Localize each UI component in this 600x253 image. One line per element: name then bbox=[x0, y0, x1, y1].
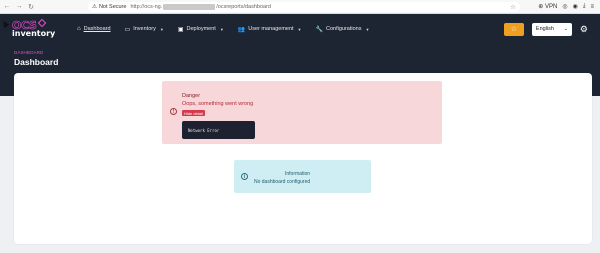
menu-icon[interactable]: ≡ bbox=[590, 4, 594, 10]
security-label: Not Secure bbox=[98, 3, 127, 10]
chevron-down-icon: ▼ bbox=[365, 26, 370, 32]
danger-title: Danger bbox=[182, 93, 201, 99]
menu-item-dashboard[interactable]: ⌂ Dashboard bbox=[70, 26, 118, 32]
reload-button[interactable]: ↻ bbox=[26, 2, 36, 12]
box-icon: ▣ bbox=[177, 26, 184, 33]
app-navbar: OCS inventory ⌂ Dashboard ▭ Inventory ▼ … bbox=[0, 14, 600, 44]
info-circle-icon: i bbox=[241, 173, 248, 180]
info-message: No dashboard configured bbox=[254, 179, 311, 185]
wallet-icon[interactable]: ◎ bbox=[562, 3, 567, 10]
wrench-icon: 🔧 bbox=[315, 26, 323, 33]
logo-diamond-icon bbox=[37, 18, 46, 27]
error-detail-code: Network Error bbox=[182, 121, 255, 139]
url-prefix: http://ocs-ng. bbox=[130, 3, 163, 10]
hide-detail-button[interactable]: Hide detail bbox=[182, 110, 205, 116]
menu-item-deployment[interactable]: ▣ Deployment ▼ bbox=[171, 26, 231, 33]
logo-bottom-text: inventory bbox=[12, 29, 56, 38]
url-redacted bbox=[163, 3, 216, 10]
chevron-down-icon: ▼ bbox=[159, 26, 164, 32]
danger-alert: ! Danger Oops, something went wrong Hide… bbox=[162, 81, 442, 144]
breadcrumb[interactable]: DASHBOARD bbox=[14, 50, 43, 55]
menu-label: User management bbox=[248, 26, 294, 32]
menu-label: Inventory bbox=[133, 26, 156, 32]
vpn-label: VPN bbox=[544, 4, 558, 10]
menu-label: Deployment bbox=[186, 26, 216, 32]
browser-toolbar: ← → ↻ ⚠ Not Secure http://ocs-ng. /ocsre… bbox=[0, 0, 600, 14]
menu-item-user-management[interactable]: 👥 User management ▼ bbox=[231, 26, 309, 33]
menu-item-inventory[interactable]: ▭ Inventory ▼ bbox=[118, 26, 171, 33]
forward-button[interactable]: → bbox=[14, 2, 24, 12]
menu-label: Dashboard bbox=[83, 26, 111, 32]
chevron-down-icon: ⌄ bbox=[563, 26, 568, 32]
vpn-icon: ⊕ bbox=[538, 4, 544, 10]
chevron-down-icon: ▼ bbox=[297, 26, 302, 32]
star-icon: ☆ bbox=[510, 26, 518, 33]
alert-circle-icon: ! bbox=[170, 108, 177, 115]
users-icon: 👥 bbox=[237, 26, 246, 33]
language-value: English bbox=[535, 26, 554, 32]
url-suffix: /ocsreports/dashboard bbox=[216, 3, 271, 10]
favorites-button[interactable]: ☆ bbox=[503, 22, 524, 36]
dashboard-panel: ! Danger Oops, something went wrong Hide… bbox=[14, 73, 592, 244]
back-button[interactable]: ← bbox=[2, 2, 12, 12]
info-alert: i Information No dashboard configured bbox=[234, 160, 371, 193]
monitor-icon: ▭ bbox=[124, 26, 131, 33]
home-icon: ⌂ bbox=[77, 26, 81, 32]
address-bar[interactable]: ⚠ Not Secure http://ocs-ng. /ocsreports/… bbox=[88, 1, 520, 12]
main-menu: ⌂ Dashboard ▭ Inventory ▼ ▣ Deployment ▼… bbox=[70, 26, 376, 33]
language-select[interactable]: English ⌄ bbox=[531, 22, 572, 36]
danger-message: Oops, something went wrong bbox=[182, 101, 254, 107]
profile-icon[interactable]: ◉ bbox=[573, 3, 578, 10]
gear-icon[interactable]: ⚙ bbox=[580, 24, 588, 35]
logo[interactable]: OCS inventory bbox=[12, 18, 60, 38]
chevron-down-icon: ▼ bbox=[219, 26, 224, 32]
menu-label: Configurations bbox=[326, 26, 362, 32]
page-title: Dashboard bbox=[14, 57, 59, 67]
bookmark-icon[interactable]: ☆ bbox=[510, 3, 516, 11]
menu-item-configurations[interactable]: 🔧 Configurations ▼ bbox=[309, 26, 377, 33]
vpn-indicator[interactable]: ⊕ VPN bbox=[538, 3, 557, 10]
warning-icon: ⚠ bbox=[92, 3, 97, 10]
info-title: Information bbox=[285, 171, 311, 177]
security-indicator[interactable]: ⚠ Not Secure bbox=[92, 4, 126, 10]
downloads-icon[interactable]: ⤓ bbox=[583, 3, 586, 10]
